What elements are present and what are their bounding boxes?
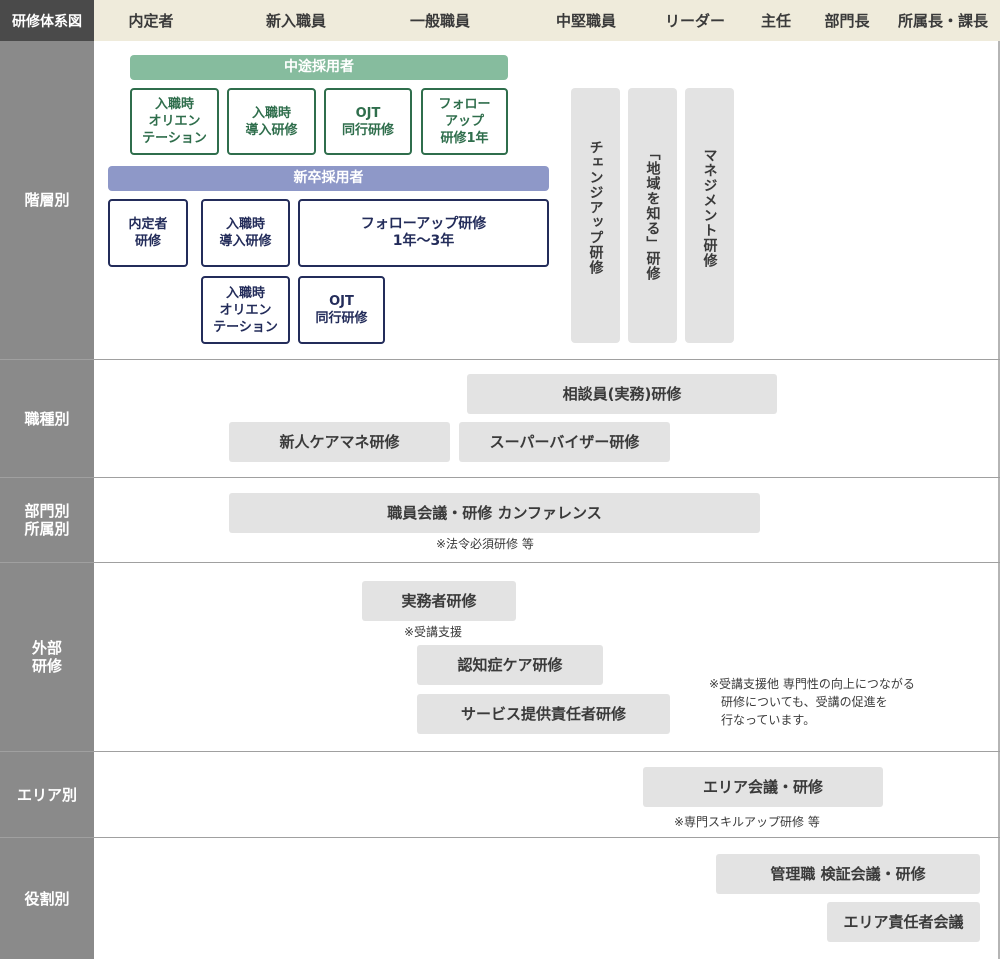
newgrad-naiteisha-box: 内定者 研修	[108, 199, 188, 267]
supervisor-training-box: スーパーバイザー研修	[459, 422, 670, 462]
column-header-general-staff: 一般職員	[409, 12, 470, 30]
changeup-training-label: チェンジアップ研修	[587, 140, 604, 275]
newgrad-orientation-box: 入職時 オリエン テーション	[201, 276, 290, 344]
row-divider	[0, 837, 1000, 838]
row-label-external: 外部 研修	[31, 639, 62, 675]
column-header-leader: リーダー	[664, 12, 725, 30]
area-note: ※専門スキルアップ研修 等	[674, 815, 820, 829]
midcareer-followup-box: フォロー アップ 研修1年	[421, 88, 508, 155]
know-region-training-box: 「地域を知る」研修	[628, 88, 677, 343]
row-divider	[0, 477, 1000, 478]
column-header-naiteisha: 内定者	[128, 12, 174, 30]
practitioner-training-box: 実務者研修	[362, 581, 516, 621]
management-training-label: マネジメント研修	[701, 148, 718, 268]
row-divider	[0, 359, 1000, 360]
staff-meeting-conference-box: 職員会議・研修 カンファレンス	[229, 493, 760, 533]
manager-review-meeting-box: 管理職 検証会議・研修	[716, 854, 980, 894]
row-label-hierarchy: 階層別	[24, 191, 70, 209]
newgrad-title-bar: 新卒採用者	[108, 166, 549, 191]
midcareer-ojt-box: OJT 同行研修	[324, 88, 412, 155]
area-meeting-box: エリア会議・研修	[643, 767, 883, 807]
newgrad-followup-box: フォローアップ研修 1年〜3年	[298, 199, 549, 267]
row-divider	[0, 562, 1000, 563]
column-header-section-chief: 所属長・課長	[897, 12, 988, 30]
row-label-job-type: 職種別	[24, 409, 70, 428]
column-header-chief: 主任	[760, 12, 791, 30]
column-header-dept-head: 部門長	[824, 12, 870, 30]
midcareer-orientation-box: 入職時 オリエン テーション	[130, 88, 219, 155]
service-manager-training-box: サービス提供責任者研修	[417, 694, 670, 734]
newgrad-ojt-box: OJT 同行研修	[298, 276, 385, 344]
row-label-area: エリア別	[16, 785, 77, 804]
newgrad-intro-training-box: 入職時 導入研修	[201, 199, 290, 267]
column-header-new-staff: 新入職員	[265, 12, 326, 30]
row-divider	[0, 751, 1000, 752]
area-leader-meeting-box: エリア責任者会議	[827, 902, 980, 942]
row-label-department: 部門別 所属別	[24, 502, 70, 538]
midcareer-title-bar: 中途採用者	[130, 55, 508, 80]
diagram-title: 研修体系図	[0, 0, 94, 41]
dementia-care-training-box: 認知症ケア研修	[417, 645, 603, 685]
new-caremanager-training-box: 新人ケアマネ研修	[229, 422, 450, 462]
management-training-box: マネジメント研修	[685, 88, 734, 343]
column-header-mid-staff: 中堅職員	[555, 12, 616, 30]
changeup-training-box: チェンジアップ研修	[571, 88, 620, 343]
dept-note: ※法令必須研修 等	[436, 537, 534, 551]
midcareer-intro-training-box: 入職時 導入研修	[227, 88, 316, 155]
external-support-detail-note: ※受講支援他 専門性の向上につながる 研修についても、受講の促進を 行なっていま…	[709, 677, 915, 727]
know-region-training-label: 「地域を知る」研修	[644, 146, 661, 281]
counselor-training-box: 相談員(実務)研修	[467, 374, 777, 414]
external-support-note: ※受講支援	[404, 625, 463, 639]
row-label-role: 役割別	[24, 889, 70, 908]
